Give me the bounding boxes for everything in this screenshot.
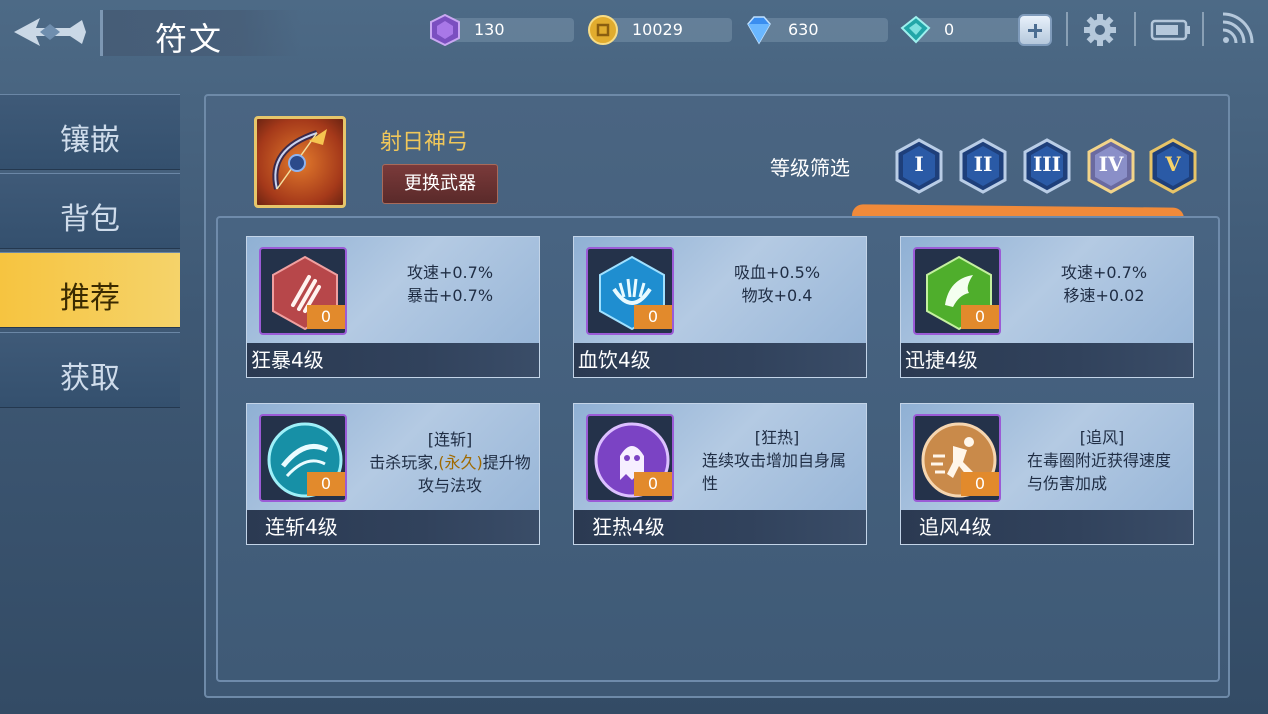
level-label: V bbox=[1165, 152, 1181, 176]
level-filter-1[interactable]: I bbox=[894, 138, 944, 194]
level-filter-4-selected[interactable]: IV bbox=[1086, 138, 1136, 194]
level-label: II bbox=[973, 152, 993, 176]
nav-item-label: 获取 bbox=[60, 361, 120, 396]
rune-description: 攻速+0.7% 移速+0.02 bbox=[1060, 263, 1148, 305]
swap-weapon-button[interactable]: 更换武器 bbox=[382, 164, 498, 204]
rune-card-frenzy[interactable]: 0 [狂热] 连续攻击增加自身属性 狂热4级 bbox=[573, 403, 867, 545]
top-bar: 符文 130 10029 630 0 bbox=[0, 0, 1268, 64]
rune-count: 0 bbox=[961, 472, 999, 496]
battery-icon bbox=[1150, 19, 1190, 41]
rune-name: 迅捷4级 bbox=[905, 348, 978, 372]
rune-count: 0 bbox=[961, 305, 999, 329]
rune-description: [狂热] 连续攻击增加自身属性 bbox=[702, 428, 847, 493]
rune-name: 连斩4级 bbox=[265, 515, 338, 539]
ticket-icon bbox=[900, 15, 931, 44]
rune-card-swift[interactable]: 0 攻速+0.7% 移速+0.02 迅捷4级 bbox=[900, 236, 1194, 378]
add-currency-button[interactable] bbox=[1018, 14, 1052, 46]
rune-card-rage[interactable]: 0 攻速+0.7% 暴击+0.7% 狂暴4级 bbox=[246, 236, 540, 378]
wifi-signal-icon bbox=[1222, 12, 1254, 44]
rune-card-blood[interactable]: 0 吸血+0.5% 物攻+0.4 血饮4级 bbox=[573, 236, 867, 378]
resource-diamond: 630 bbox=[742, 14, 888, 45]
rune-count: 0 bbox=[307, 305, 345, 329]
level-filter-label: 等级筛选 bbox=[770, 156, 850, 180]
rune-count: 0 bbox=[634, 305, 672, 329]
purple-gem-icon bbox=[430, 14, 460, 46]
bow-icon bbox=[272, 129, 327, 190]
rune-count: 0 bbox=[634, 472, 672, 496]
level-label: I bbox=[914, 152, 924, 176]
title-plate: 符文 bbox=[100, 10, 300, 58]
rune-description: [连斩] 击杀玩家,(永久)提升物攻与法攻 bbox=[369, 430, 531, 495]
nav-item-label: 镶嵌 bbox=[60, 123, 120, 158]
rune-name: 血饮4级 bbox=[578, 348, 651, 372]
nav-item-inlay[interactable]: 镶嵌 bbox=[0, 94, 180, 170]
page-title: 符文 bbox=[155, 20, 224, 58]
level-label: IV bbox=[1098, 152, 1124, 176]
diamond-value: 630 bbox=[788, 20, 819, 39]
rune-description: [追风] 在毒圈附近获得速度与伤害加成 bbox=[1027, 428, 1172, 493]
level-filter-2[interactable]: II bbox=[958, 138, 1008, 194]
nav-item-bag[interactable]: 背包 bbox=[0, 173, 180, 249]
gold-coin-value: 10029 bbox=[632, 20, 683, 39]
nav-item-label: 推荐 bbox=[60, 281, 120, 316]
resource-ticket: 0 bbox=[898, 14, 1044, 44]
back-button[interactable] bbox=[10, 10, 90, 54]
diamond-icon bbox=[747, 16, 771, 45]
ticket-value: 0 bbox=[944, 20, 955, 39]
level-filter-3[interactable]: III bbox=[1022, 138, 1072, 194]
rune-description: 吸血+0.5% 物攻+0.4 bbox=[733, 263, 821, 305]
level-filter-5[interactable]: V bbox=[1148, 138, 1198, 194]
purple-gem-value: 130 bbox=[474, 20, 505, 39]
resource-purple-gem: 130 bbox=[428, 14, 574, 46]
gold-coin-icon bbox=[588, 15, 618, 45]
rune-name: 追风4级 bbox=[919, 515, 992, 539]
nav-item-label: 背包 bbox=[60, 202, 120, 237]
weapon-icon-frame[interactable] bbox=[254, 116, 346, 208]
rune-count: 0 bbox=[307, 472, 345, 496]
back-arrow-icon bbox=[14, 18, 86, 46]
rune-card-combo[interactable]: 0 [连斩] 击杀玩家,(永久)提升物攻与法攻 连斩4级 bbox=[246, 403, 540, 545]
nav-item-recommend[interactable]: 推荐 bbox=[0, 252, 180, 328]
resource-gold-coin: 10029 bbox=[586, 14, 732, 45]
level-label: III bbox=[1032, 152, 1062, 176]
rune-name: 狂热4级 bbox=[592, 515, 665, 539]
gear-icon[interactable] bbox=[1082, 12, 1118, 48]
rune-name: 狂暴4级 bbox=[251, 348, 324, 372]
weapon-name: 射日神弓 bbox=[380, 130, 469, 155]
rune-description: 攻速+0.7% 暴击+0.7% bbox=[406, 263, 494, 305]
nav-item-obtain[interactable]: 获取 bbox=[0, 332, 180, 408]
rune-card-chase[interactable]: 0 [追风] 在毒圈附近获得速度与伤害加成 追风4级 bbox=[900, 403, 1194, 545]
